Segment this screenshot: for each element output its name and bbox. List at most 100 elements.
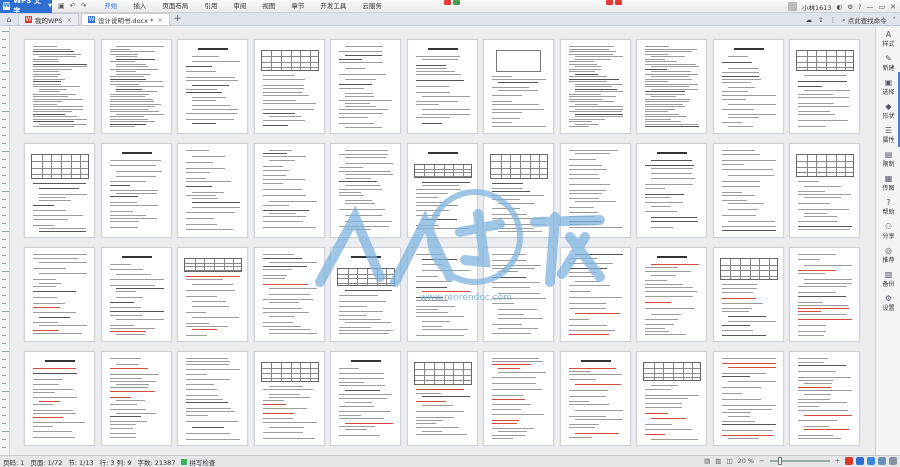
tray-icon[interactable] [889,457,897,465]
tray-icon[interactable] [856,457,864,465]
zoom-out-icon[interactable]: − [759,457,764,465]
page-thumbnail[interactable] [789,39,860,134]
redo-icon[interactable]: ↷ [81,2,87,10]
tray-icon[interactable] [867,457,875,465]
maximize-icon[interactable]: ▭ [879,3,886,11]
sidebar-item[interactable]: ✎ 新建 [876,51,900,75]
sidebar-item[interactable]: ⚇ 分享 [876,219,900,243]
home-icon[interactable]: ⌂ [2,13,16,25]
sidebar-item[interactable]: ◆ 形状 [876,99,900,123]
page-thumbnail[interactable] [559,143,631,238]
skin-icon[interactable]: ◐ [837,3,843,11]
page-thumbnail[interactable] [789,351,860,446]
settings-icon[interactable]: ⚙ [847,3,853,11]
page-thumbnail[interactable] [559,39,631,134]
view-mode-icon[interactable]: ▤ [704,457,710,465]
menu-view[interactable]: 视图 [254,0,283,13]
page-thumbnail[interactable] [330,351,401,446]
page-thumbnail[interactable] [100,39,172,134]
status-section[interactable]: 节: 1/13 [68,457,93,467]
page-thumbnail[interactable] [483,143,554,238]
minimize-icon[interactable]: — [867,3,874,11]
ime-icon[interactable] [845,457,853,465]
command-search[interactable]: ⌕ 点此查找命令 [842,15,887,26]
avatar[interactable] [788,2,797,11]
more-icon[interactable]: ⋮ [830,16,837,24]
sidebar-item[interactable]: ☰ 属性 [876,123,900,147]
zoom-slider-thumb[interactable] [777,457,782,465]
page-thumbnail[interactable] [789,247,860,342]
menu-page-layout[interactable]: 页面布局 [154,0,196,13]
page-thumbnail[interactable] [559,351,631,446]
page-thumbnail[interactable] [712,39,784,134]
page-thumbnail[interactable] [559,247,631,342]
page-thumbnail[interactable] [406,39,478,134]
sidebar-item[interactable]: ▣ 选择 [876,75,900,99]
sidebar-item[interactable]: ▤ 限制 [876,147,900,171]
read-mode-icon[interactable]: ▥ [715,457,721,465]
tab-my-wps[interactable]: W 我的WPS × [18,13,79,25]
sidebar-item[interactable]: ? 帮助 [876,195,900,219]
page-thumbnail[interactable] [177,39,248,134]
sidebar-item[interactable]: ◎ 推荐 [876,243,900,267]
document-canvas[interactable]: www.renrendoc.com [0,27,875,455]
menu-review[interactable]: 审阅 [225,0,254,13]
page-thumbnail[interactable] [253,39,325,134]
menu-developer[interactable]: 开发工具 [312,0,354,13]
spell-check-toggle[interactable]: 拼写检查 [181,457,215,467]
page-thumbnail[interactable] [24,351,95,446]
menu-insert[interactable]: 插入 [125,0,154,13]
sidebar-item[interactable]: ▧ 备份 [876,267,900,291]
wps-app-menu-button[interactable]: W WPS 文字 ▼ [0,0,52,15]
page-thumbnail[interactable] [177,247,248,342]
help-icon[interactable]: ? [858,3,861,11]
tray-icon[interactable] [878,457,886,465]
page-thumbnail[interactable] [100,351,172,446]
chevron-up-icon[interactable]: ˄ [893,16,896,24]
page-thumbnail[interactable] [330,143,401,238]
sidebar-item[interactable]: ⚙ 设置 [876,291,900,315]
page-thumbnail[interactable] [406,351,478,446]
page-thumbnail[interactable] [100,247,172,342]
cloud-sync-icon[interactable]: ☁ [806,16,813,24]
page-thumbnail[interactable] [24,247,95,342]
web-mode-icon[interactable]: ◫ [726,457,732,465]
page-thumbnail[interactable] [483,39,554,134]
zoom-slider[interactable] [769,457,830,465]
page-thumbnail[interactable] [177,143,248,238]
page-thumbnail[interactable] [330,39,401,134]
page-thumbnail[interactable] [406,143,478,238]
user-name[interactable]: 小林1613 [802,2,832,12]
status-page-number[interactable]: 页码: 1 [3,457,24,467]
menu-cloud[interactable]: 云服务 [354,0,390,13]
page-thumbnail[interactable] [253,351,325,446]
page-thumbnail[interactable] [100,143,172,238]
page-thumbnail[interactable] [483,247,554,342]
page-thumbnail[interactable] [24,39,95,134]
zoom-level[interactable]: 20 % [738,457,755,465]
page-thumbnail[interactable] [789,143,860,238]
page-thumbnail[interactable] [253,247,325,342]
page-thumbnail[interactable] [636,351,707,446]
page-thumbnail[interactable] [636,39,707,134]
share-icon[interactable]: ⇪ [818,16,823,24]
page-thumbnail[interactable] [636,143,707,238]
add-tab-button[interactable]: + [174,13,182,25]
page-thumbnail[interactable] [712,351,784,446]
close-icon[interactable]: ✕ [890,3,896,11]
page-thumbnail[interactable] [406,247,478,342]
sidebar-item[interactable]: ▦ 传图 [876,171,900,195]
page-thumbnail[interactable] [24,143,95,238]
page-thumbnail[interactable] [712,143,784,238]
page-thumbnail[interactable] [177,351,248,446]
page-thumbnail[interactable] [712,247,784,342]
page-thumbnail[interactable] [483,351,554,446]
save-icon[interactable]: ▣ [58,2,65,10]
page-thumbnail[interactable] [636,247,707,342]
menu-section[interactable]: 章节 [283,0,312,13]
close-tab-icon[interactable]: × [66,16,71,24]
tab-design-doc[interactable]: W 设计说明书.docx * × [80,13,170,25]
sidebar-item[interactable]: A 样式 [876,27,900,51]
menu-home[interactable]: 开始 [96,0,125,13]
menu-references[interactable]: 引用 [196,0,225,13]
